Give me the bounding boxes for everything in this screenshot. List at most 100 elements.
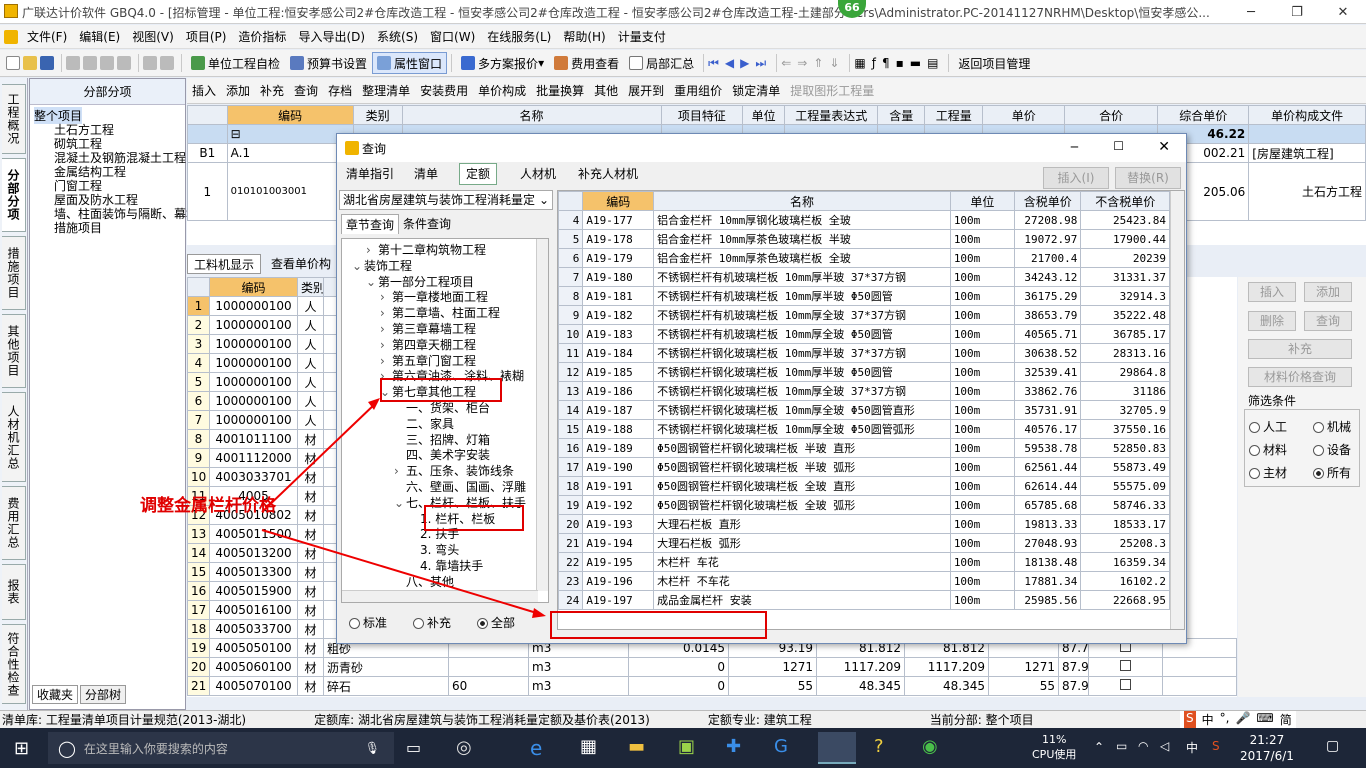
organize-list-button[interactable]: 整理清单 [357, 80, 415, 102]
dialog-insert-button[interactable]: 插入(I) [1043, 167, 1109, 189]
price-composition-button[interactable]: 单价构成 [473, 80, 531, 102]
property-window-button[interactable]: 属性窗口 [372, 52, 448, 74]
chapter-tree-item[interactable]: ⌄ 第一部分工程项目 [366, 273, 474, 290]
col-code[interactable]: 编码 [209, 277, 298, 297]
table-row[interactable]: 9 A19-182 不锈钢栏杆有机玻璃栏板 10mm厚全玻 37*37方钢 100m 3… [558, 305, 1170, 325]
dtab-labor-material[interactable]: 人材机 [513, 163, 563, 185]
filter-material[interactable]: 材料 [1249, 441, 1287, 458]
other-button[interactable]: 其他 [589, 80, 623, 102]
menu-edit[interactable]: 编辑(E) [73, 28, 126, 45]
table-row[interactable]: 10 A19-183 不锈钢栏杆有机玻璃栏板 10mm厚全玻 Φ50圆管 100m 40… [558, 324, 1170, 344]
app-icon-4[interactable]: ◉ [922, 736, 938, 757]
menu-help[interactable]: 帮助(H) [557, 28, 611, 45]
windows-start-icon[interactable]: ⊞ [14, 738, 29, 759]
radio-all[interactable]: 全部 [477, 614, 515, 631]
chapter-tree-item[interactable]: › 第二章墙、柱面工程 [380, 304, 500, 321]
table-row[interactable]: 20 A19-193 大理石栏板 直形 100m 19813.33 18533.17 [558, 514, 1170, 534]
dialog-minimize-icon[interactable]: ─ [1071, 140, 1078, 154]
dtab-list[interactable]: 清单 [407, 163, 445, 185]
tree-scrollbar[interactable] [536, 239, 548, 591]
table-row[interactable]: 22 A19-195 木栏杆 车花 100m 18138.48 16359.34 [558, 552, 1170, 572]
query-button[interactable]: 查询 [289, 80, 323, 102]
filter-main-material[interactable]: 主材 [1249, 464, 1287, 481]
store-icon[interactable]: ▦ [580, 736, 597, 757]
reuse-price-button[interactable]: 重用组价 [669, 80, 727, 102]
col-unit[interactable]: 单位 [742, 105, 786, 125]
chapter-tree-item[interactable]: 四、美术字安装 [394, 446, 490, 463]
tab-view-price[interactable]: 查看单价构 [265, 254, 337, 274]
table-row[interactable]: 11 A19-184 不锈钢栏杆钢化玻璃栏板 10mm厚半玻 37*37方钢 100m… [558, 343, 1170, 363]
app-menu-icon[interactable] [4, 29, 18, 44]
col-total[interactable]: 合价 [1064, 105, 1159, 125]
restore-icon[interactable]: ❐ [1274, 0, 1320, 24]
menu-file[interactable]: 文件(F) [21, 28, 73, 45]
rp-add-button[interactable]: 添加 [1304, 282, 1352, 302]
table-row[interactable]: 13 A19-186 不锈钢栏杆钢化玻璃栏板 10mm厚全玻 37*37方钢 100m… [558, 381, 1170, 401]
chapter-tree-item[interactable]: 三、招牌、灯箱 [394, 431, 490, 448]
menu-payment[interactable]: 计量支付 [612, 28, 672, 45]
filter-all[interactable]: 所有 [1313, 464, 1351, 481]
col-unit-price[interactable]: 单价 [982, 105, 1066, 125]
dialog-maximize-icon[interactable]: ☐ [1113, 139, 1124, 153]
tree-item[interactable]: 措施项目 [54, 219, 102, 236]
chapter-tree-item[interactable]: › 第五章门窗工程 [380, 352, 476, 369]
format-icons[interactable]: ▦ƒ¶▪▬▤ [854, 56, 944, 70]
network-icon[interactable]: ▭ [1116, 739, 1127, 753]
dtab-quota[interactable]: 定额 [459, 163, 498, 185]
tab-sub-items[interactable]: 分部分项 [2, 158, 26, 232]
result-scrollbar[interactable] [1170, 191, 1184, 629]
gbq-task-icon[interactable] [818, 732, 856, 764]
table-row[interactable]: 18 A19-191 Φ50圆钢管栏杆钢化玻璃栏板 全玻 直形 100m 62614.4… [558, 476, 1170, 496]
add-button[interactable]: 添加 [221, 80, 255, 102]
wifi-icon[interactable]: ◠ [1138, 739, 1148, 753]
table-row[interactable]: 4 A19-177 铝合金栏杆 10mm厚钢化玻璃栏板 全玻 100m 27208.98… [558, 210, 1170, 230]
clock[interactable]: 21:27 2017/6/1 [1240, 732, 1294, 764]
fee-view-button[interactable]: 费用查看 [549, 52, 624, 74]
rp-insert-button[interactable]: 插入 [1248, 282, 1296, 302]
batch-convert-button[interactable]: 批量换算 [531, 80, 589, 102]
cut-icon[interactable] [66, 56, 80, 70]
subtab-chapter[interactable]: 章节查询 [341, 214, 400, 234]
tree-hscrollbar[interactable] [342, 590, 538, 602]
col-feature[interactable]: 项目特征 [660, 105, 744, 125]
col-content[interactable]: 含量 [877, 105, 926, 125]
table-row[interactable]: 12 A19-185 不锈钢栏杆钢化玻璃栏板 10mm厚半玻 Φ50圆管 100m 32… [558, 362, 1170, 382]
rp-delete-button[interactable]: 删除 [1248, 311, 1296, 331]
tab-report[interactable]: 报表 [2, 564, 26, 620]
menu-cost-index[interactable]: 造价指标 [232, 28, 292, 45]
chapter-tree-item[interactable]: 二、家具 [394, 415, 454, 432]
col-name[interactable]: 名称 [653, 191, 951, 211]
col-code[interactable]: 编码 [582, 191, 655, 211]
chapter-tree-item[interactable]: 4. 靠墙扶手 [408, 557, 483, 574]
col-price-file[interactable]: 单价构成文件 [1248, 105, 1366, 125]
checkbox[interactable] [1120, 679, 1131, 690]
chapter-tree-item[interactable]: ⌄ 装饰工程 [352, 257, 412, 274]
col-composite-price[interactable]: 综合单价 [1157, 105, 1250, 125]
menu-online[interactable]: 在线服务(L) [481, 28, 557, 45]
menu-project[interactable]: 项目(P) [180, 28, 233, 45]
col-unit[interactable]: 单位 [949, 191, 1016, 211]
lock-list-button[interactable]: 锁定清单 [727, 80, 785, 102]
col-category[interactable]: 类别 [297, 277, 324, 297]
rp-supplement-button[interactable]: 补充 [1248, 339, 1352, 359]
task-view-icon[interactable]: ▭ [406, 738, 421, 757]
archive-button[interactable]: 存档 [323, 80, 357, 102]
table-row[interactable]: 17 A19-190 Φ50圆钢管栏杆钢化玻璃栏板 半玻 弧形 100m 62561.4… [558, 457, 1170, 477]
tab-labor-material-summary[interactable]: 人材机汇总 [2, 392, 26, 482]
folder-icon[interactable]: ▬ [628, 736, 645, 757]
self-check-button[interactable]: 单位工程自检 [186, 52, 285, 74]
menu-view[interactable]: 视图(V) [126, 28, 180, 45]
tab-division-tree[interactable]: 分部树 [80, 685, 127, 704]
table-row[interactable]: 14 A19-187 不锈钢栏杆钢化玻璃栏板 10mm厚全玻 Φ50圆管直形 100m… [558, 400, 1170, 420]
close-icon[interactable]: ✕ [1320, 0, 1366, 24]
chapter-tree-item[interactable]: › 第十二章构筑物工程 [366, 241, 486, 258]
table-row[interactable]: 5 A19-178 铝合金栏杆 10mm厚茶色玻璃栏板 半玻 100m 19072.97… [558, 229, 1170, 249]
nav-arrows-icon[interactable]: ⏮◀▶⏭ [708, 56, 772, 71]
tray-chevron-icon[interactable]: ⌃ [1094, 740, 1104, 754]
help-app-icon[interactable]: ? [874, 736, 884, 757]
chapter-tree-item[interactable]: 六、壁画、国画、浮雕 [394, 478, 526, 495]
radio-standard[interactable]: 标准 [349, 614, 387, 631]
rp-query-button[interactable]: 查询 [1304, 311, 1352, 331]
copy-icon[interactable] [83, 56, 97, 70]
new-icon[interactable] [6, 56, 20, 70]
